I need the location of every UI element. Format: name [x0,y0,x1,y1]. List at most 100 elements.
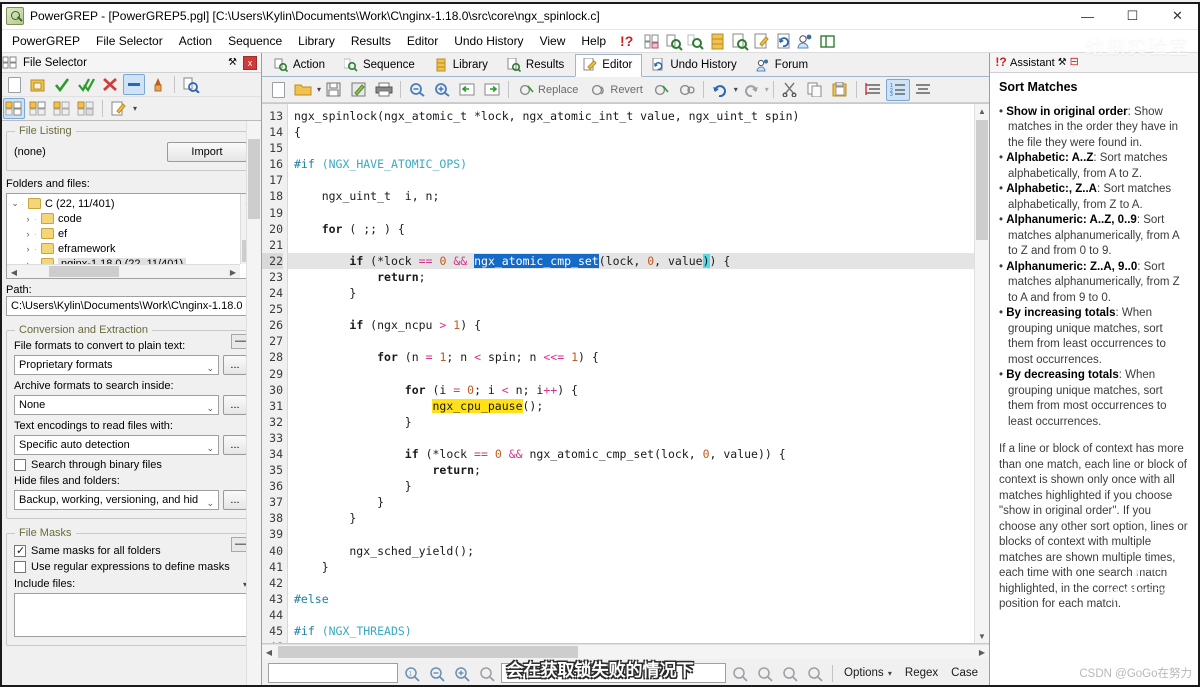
zoom-out-icon[interactable] [405,79,429,101]
code-text[interactable]: ngx_spinlock(ngx_atomic_t *lock, ngx_ato… [288,104,974,643]
menu-file-selector[interactable]: File Selector [88,31,171,51]
masks-view-icon[interactable] [51,98,73,119]
add-folder-icon[interactable] [27,74,49,95]
code-view[interactable]: 13 14 15 16 17 18 19 20 21 22 23 24 25 26 27 28 29 30 31 32… [262,104,974,643]
case-button[interactable]: Case [946,667,983,679]
delete-icon[interactable] [99,74,121,95]
code-line[interactable] [294,301,974,317]
find-prev2-icon[interactable] [729,663,751,684]
redo-dropdown-icon[interactable]: ▾ [765,85,769,94]
find-prev-icon[interactable] [426,663,448,684]
undo-icon[interactable] [708,79,732,101]
undo-history-icon[interactable] [774,32,793,51]
tree-node-ef[interactable]: › · ef [9,226,254,241]
edit-icon[interactable] [108,98,130,119]
hide-files-select[interactable]: Backup, working, versioning, and hid ⌄ [14,490,219,510]
paste-icon[interactable] [828,79,852,101]
library-icon[interactable] [708,32,727,51]
menu-help[interactable]: Help [573,31,614,51]
tab-sequence[interactable]: Sequence [336,54,425,76]
archive-formats-more-button[interactable]: ... [223,395,247,415]
code-line[interactable]: } [294,414,974,430]
archive-formats-select[interactable]: None ⌄ [14,395,219,415]
editor-icon[interactable] [752,32,771,51]
tab-undo-history[interactable]: Undo History [643,54,746,76]
code-line[interactable]: ngx_spinlock(ngx_atomic_t *lock, ngx_ato… [294,108,974,124]
tab-editor[interactable]: Editor [575,54,643,77]
maximize-button[interactable]: ☐ [1110,2,1155,30]
code-line[interactable] [294,526,974,542]
save-as-icon[interactable] [347,79,371,101]
code-line[interactable]: if (ngx_ncpu > 1) { [294,317,974,333]
pin-icon[interactable]: ⚒ [225,55,240,70]
code-line[interactable]: if (*lock == 0 && ngx_atomic_cmp_set(loc… [288,252,974,269]
code-line[interactable]: { [294,124,974,140]
results-icon[interactable] [730,32,749,51]
edit-dropdown-caret[interactable]: ▾ [133,104,137,113]
menu-library[interactable]: Library [290,31,343,51]
find-input[interactable] [501,663,727,683]
scroll-left-icon[interactable]: ◀ [262,645,276,659]
scroll-thumb[interactable] [278,646,578,658]
code-line[interactable]: if (*lock == 0 && ngx_atomic_cmp_set(loc… [294,446,974,462]
tab-action[interactable]: Action [266,54,335,76]
search-binary-checkbox[interactable] [14,459,26,471]
find-all-icon[interactable] [476,663,498,684]
editor-vertical-scrollbar[interactable]: ▲ ▼ [974,104,989,643]
left-panel-scrollbar[interactable] [246,121,261,687]
menu-sequence[interactable]: Sequence [220,31,290,51]
tree-twisty[interactable]: › [22,229,34,239]
print-icon[interactable] [372,79,396,101]
code-line[interactable]: } [294,285,974,301]
include-files-textarea[interactable] [14,593,247,637]
new-icon[interactable] [266,79,290,101]
replace-all-icon[interactable] [650,79,674,101]
check-all-icon[interactable] [75,74,97,95]
undo-dropdown-icon[interactable]: ▾ [734,85,738,94]
code-line[interactable] [294,205,974,221]
folder-tree[interactable]: ⌄ · C (22, 11/401) › · code › · ef › · e… [6,193,255,279]
use-regex-row[interactable]: Use regular expressions to define masks [14,561,247,573]
menu-view[interactable]: View [532,31,574,51]
search-history-icon[interactable]: 1 [401,663,423,684]
tab-results[interactable]: Results [499,54,574,76]
options-button[interactable]: Options ▾ [839,667,897,679]
cut-icon[interactable] [778,79,802,101]
code-line[interactable] [294,639,974,643]
tree-node-c[interactable]: ⌄ · C (22, 11/401) [9,196,254,211]
close-button[interactable]: ✕ [1155,2,1200,30]
open-icon[interactable] [291,79,315,101]
pin-icon[interactable]: ⚒ [1055,55,1070,70]
tree-horizontal-scrollbar[interactable]: ◀ ▶ [7,264,240,278]
file-selector-icon[interactable] [642,32,661,51]
action-icon[interactable] [664,32,683,51]
editor-horizontal-scrollbar[interactable]: ◀ ▶ [262,644,989,659]
menu-powergrep[interactable]: PowerGREP [4,31,88,51]
forum-icon[interactable] [796,32,815,51]
panel-close-icon[interactable]: x [243,55,257,70]
results-view-icon[interactable] [75,98,97,119]
tree-node-code[interactable]: › · code [9,211,254,226]
revert-button[interactable]: Revert [585,79,648,101]
code-line[interactable]: ngx_cpu_pause(); [294,398,974,414]
tree-node-eframework[interactable]: › · eframework [9,241,254,256]
redo-icon[interactable] [739,79,763,101]
code-line[interactable]: } [294,510,974,526]
regex-button[interactable]: Regex [900,667,943,679]
import-button[interactable]: Import [167,142,247,162]
find-all2-icon[interactable] [779,663,801,684]
code-line[interactable] [294,607,974,623]
find-next-icon[interactable] [451,663,473,684]
code-line[interactable]: } [294,559,974,575]
scroll-up-icon[interactable]: ▲ [975,104,989,118]
scroll-thumb[interactable] [976,120,988,240]
scroll-right-icon[interactable]: ▶ [975,645,989,659]
tree-twisty[interactable]: › [22,244,34,254]
sequence-icon[interactable] [686,32,705,51]
minus-icon[interactable] [123,74,145,95]
code-editor[interactable]: 13 14 15 16 17 18 19 20 21 22 23 24 25 26 27 28 29 30 31 32… [262,103,989,644]
copy-icon[interactable] [803,79,827,101]
open-dropdown-icon[interactable]: ▾ [317,85,321,94]
convert-formats-more-button[interactable]: ... [223,355,247,375]
check-icon[interactable] [51,74,73,95]
